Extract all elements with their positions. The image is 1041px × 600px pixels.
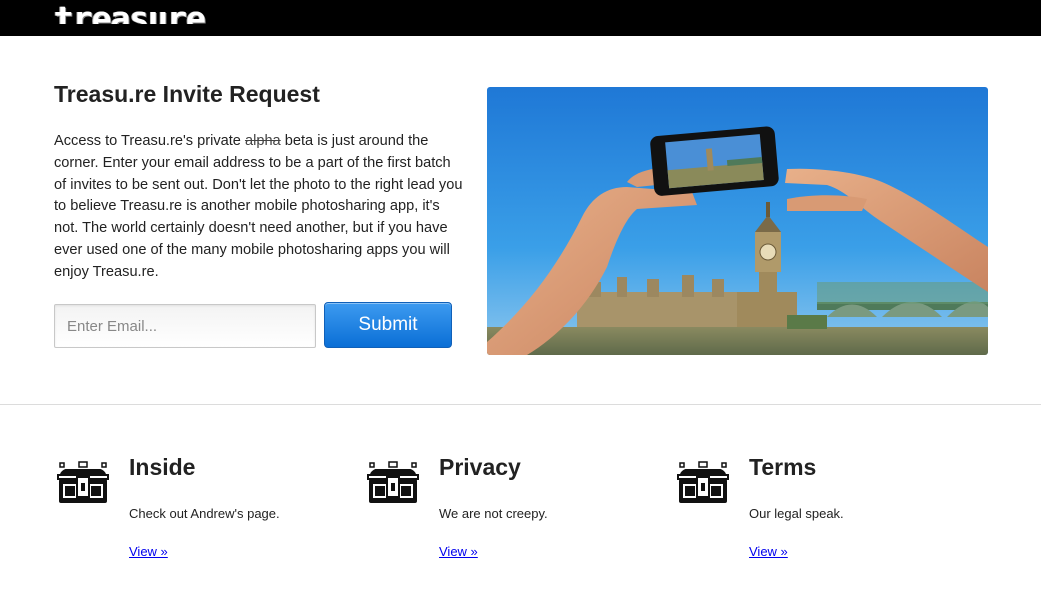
- submit-button[interactable]: Submit: [324, 302, 452, 348]
- treasure-chest-icon: [367, 461, 419, 503]
- page-title: Treasu.re Invite Request: [54, 81, 320, 107]
- view-link[interactable]: View »: [129, 544, 168, 559]
- feature-description: Our legal speak.: [749, 506, 844, 521]
- section-divider: [0, 404, 1041, 405]
- logo-crop: [54, 24, 230, 36]
- treasure-chest-icon: [677, 461, 729, 503]
- view-link[interactable]: View »: [749, 544, 788, 559]
- view-link[interactable]: View »: [439, 544, 478, 559]
- feature-description: We are not creepy.: [439, 506, 548, 521]
- feature-description: Check out Andrew's page.: [129, 506, 280, 521]
- intro-text: Access to Treasu.re's private alpha beta…: [54, 131, 464, 284]
- intro-suffix: beta is just around the corner. Enter yo…: [54, 133, 463, 280]
- feature-title: Privacy: [439, 454, 521, 480]
- intro-prefix: Access to Treasu.re's private: [54, 133, 241, 149]
- email-input[interactable]: [54, 304, 316, 348]
- feature-inside: Inside Check out Andrew's page. View »: [56, 452, 346, 572]
- feature-terms: Terms Our legal speak. View »: [676, 452, 966, 572]
- feature-title: Terms: [749, 454, 817, 480]
- feature-privacy: Privacy We are not creepy. View »: [366, 452, 656, 572]
- feature-title: Inside: [129, 454, 196, 480]
- treasure-chest-icon: [57, 461, 109, 503]
- top-bar: treasure: [0, 0, 1041, 36]
- hero-photo: [487, 87, 988, 355]
- hero-photo-illustration: [487, 87, 988, 355]
- intro-struck-word: alpha: [244, 133, 281, 149]
